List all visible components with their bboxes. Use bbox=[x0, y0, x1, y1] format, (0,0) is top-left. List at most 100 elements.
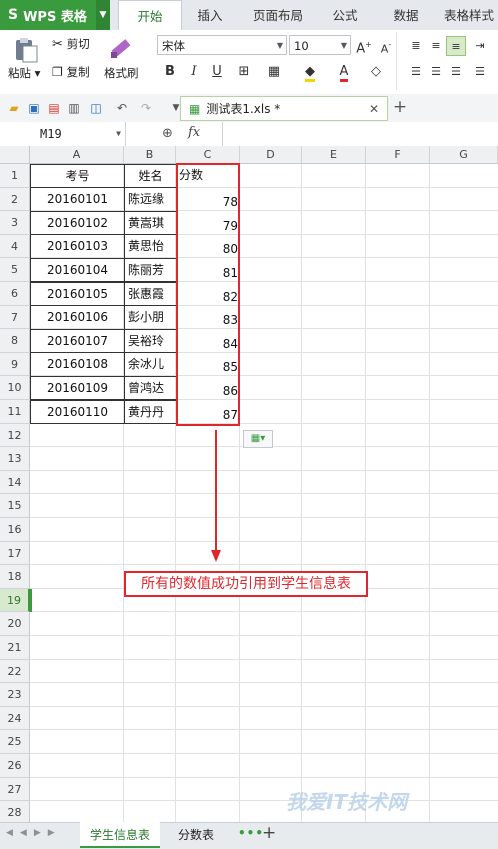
cut-button[interactable]: ✂ 剪切 bbox=[52, 36, 90, 52]
font-color-icon[interactable]: A bbox=[334, 62, 354, 82]
select-all-corner[interactable] bbox=[0, 146, 30, 164]
row-header-14[interactable]: 14 bbox=[0, 470, 30, 495]
row-header-17[interactable]: 17 bbox=[0, 541, 30, 566]
print-preview-icon[interactable]: ◫ bbox=[88, 100, 104, 116]
cell-exam-no[interactable]: 20160104 bbox=[30, 257, 125, 283]
clear-format-icon[interactable]: ◇ bbox=[366, 62, 386, 82]
fill-color-icon[interactable]: ◆ bbox=[300, 62, 320, 82]
tab-table-style[interactable]: 表格样式 bbox=[440, 0, 498, 30]
format-painter-icon[interactable] bbox=[108, 34, 134, 60]
save-icon[interactable]: ▣ bbox=[26, 100, 42, 116]
paste-options-icon[interactable]: ▦▾ bbox=[243, 430, 273, 448]
export-pdf-icon[interactable]: ▤ bbox=[46, 100, 62, 116]
header-cell-name[interactable]: 姓名 bbox=[124, 163, 177, 189]
zoom-search-icon[interactable]: ⊕ bbox=[162, 126, 173, 141]
paste-button[interactable]: 粘贴 ▾ bbox=[8, 65, 40, 81]
chevron-down-icon[interactable]: ▼ bbox=[96, 0, 110, 30]
column-header-e[interactable]: E bbox=[302, 146, 366, 164]
cell-name[interactable]: 余冰儿 bbox=[124, 352, 177, 377]
row-header-21[interactable]: 21 bbox=[0, 636, 30, 660]
cell-exam-no[interactable]: 20160103 bbox=[30, 234, 125, 259]
format-painter-label[interactable]: 格式刷 bbox=[104, 65, 139, 81]
copy-button[interactable]: ❐ 复制 bbox=[52, 64, 90, 80]
tab-page-layout[interactable]: 页面布局 bbox=[240, 0, 316, 30]
row-header-7[interactable]: 7 bbox=[0, 305, 30, 330]
paste-icon[interactable] bbox=[10, 36, 40, 64]
row-header-16[interactable]: 16 bbox=[0, 518, 30, 542]
cell-name[interactable]: 张惠霞 bbox=[124, 281, 177, 307]
sheet-tab-scores[interactable]: 分数表 bbox=[166, 822, 226, 848]
print-icon[interactable]: ▥ bbox=[66, 100, 82, 116]
italic-icon[interactable]: I bbox=[184, 62, 204, 82]
align-middle-icon[interactable]: ≡ bbox=[426, 36, 446, 56]
row-header-22[interactable]: 22 bbox=[0, 659, 30, 684]
bold-icon[interactable]: B bbox=[160, 62, 180, 82]
font-name-select[interactable]: 宋体 ▼ bbox=[157, 35, 287, 55]
column-header-d[interactable]: D bbox=[240, 146, 302, 164]
column-header-b[interactable]: B bbox=[124, 146, 176, 164]
row-header-24[interactable]: 24 bbox=[0, 706, 30, 731]
row-header-11[interactable]: 11 bbox=[0, 400, 30, 424]
tab-data[interactable]: 数据 bbox=[380, 0, 432, 30]
row-header-10[interactable]: 10 bbox=[0, 376, 30, 400]
justify-icon[interactable]: ☰ bbox=[470, 62, 490, 82]
underline-icon[interactable]: U bbox=[207, 62, 227, 82]
align-right-icon[interactable]: ☰ bbox=[446, 62, 466, 82]
row-header-13[interactable]: 13 bbox=[0, 447, 30, 471]
cell-exam-no[interactable]: 20160106 bbox=[30, 305, 125, 330]
wrap-text-icon[interactable]: ⇥ bbox=[470, 36, 490, 56]
row-header-1[interactable]: 1 bbox=[0, 164, 30, 188]
row-header-15[interactable]: 15 bbox=[0, 494, 30, 518]
row-header-26[interactable]: 26 bbox=[0, 754, 30, 778]
merge-cells-icon[interactable]: ▦ bbox=[264, 62, 284, 82]
align-top-icon[interactable]: ≣ bbox=[406, 36, 426, 56]
cell-name[interactable]: 曾鸿达 bbox=[124, 375, 177, 401]
new-tab-plus-icon[interactable]: + bbox=[392, 99, 408, 116]
open-folder-icon[interactable]: ▰ bbox=[6, 100, 22, 116]
row-header-18[interactable]: 18 bbox=[0, 565, 30, 589]
row-header-6[interactable]: 6 bbox=[0, 282, 30, 306]
cell-name[interactable]: 吴裕玲 bbox=[124, 328, 177, 354]
cell-name[interactable]: 黄思怡 bbox=[124, 234, 177, 259]
cell-name[interactable]: 陈远缘 bbox=[124, 187, 177, 212]
cell-name[interactable]: 陈丽芳 bbox=[124, 257, 177, 283]
spreadsheet-grid[interactable]: ABCDEFG 1 2 3 4 5 6 7 8 9 10 11 12 13 14 15 16 17 18 19 20 2… bbox=[0, 146, 498, 822]
cell-exam-no[interactable]: 20160107 bbox=[30, 328, 125, 354]
decrease-font-icon[interactable]: A- bbox=[376, 35, 396, 55]
cell-exam-no[interactable]: 20160102 bbox=[30, 210, 125, 236]
row-header-4[interactable]: 4 bbox=[0, 234, 30, 259]
row-header-27[interactable]: 27 bbox=[0, 777, 30, 802]
cell-name[interactable]: 彭小朋 bbox=[124, 305, 177, 330]
formula-input[interactable] bbox=[222, 122, 498, 146]
cell-exam-no[interactable]: 20160105 bbox=[30, 281, 125, 307]
more-sheets-icon[interactable]: ••• bbox=[238, 826, 264, 840]
row-header-3[interactable]: 3 bbox=[0, 211, 30, 235]
align-left-icon[interactable]: ☰ bbox=[406, 62, 426, 82]
undo-icon[interactable]: ↶ bbox=[114, 100, 130, 116]
row-header-25[interactable]: 25 bbox=[0, 730, 30, 754]
borders-icon[interactable]: ⊞ bbox=[234, 62, 254, 82]
cell-exam-no[interactable]: 20160108 bbox=[30, 352, 125, 377]
row-header-5[interactable]: 5 bbox=[0, 258, 30, 282]
cell-name[interactable]: 黄嵩琪 bbox=[124, 210, 177, 236]
app-menu-button[interactable]: S WPS 表格 ▼ bbox=[0, 0, 110, 30]
row-header-23[interactable]: 23 bbox=[0, 683, 30, 707]
add-sheet-icon[interactable]: + bbox=[262, 823, 276, 843]
tab-formulas[interactable]: 公式 bbox=[320, 0, 370, 30]
close-icon[interactable]: ✕ bbox=[369, 102, 379, 116]
row-header-8[interactable]: 8 bbox=[0, 329, 30, 353]
cell-exam-no[interactable]: 20160110 bbox=[30, 399, 125, 425]
font-size-select[interactable]: 10 ▼ bbox=[289, 35, 351, 55]
tab-home[interactable]: 开始 bbox=[118, 0, 182, 31]
header-cell-exam-no[interactable]: 考号 bbox=[30, 163, 125, 189]
function-icon[interactable]: fx bbox=[188, 125, 200, 140]
cell-name[interactable]: 黄丹丹 bbox=[124, 399, 177, 425]
row-header-2[interactable]: 2 bbox=[0, 187, 30, 212]
name-box[interactable]: M19 ▼ bbox=[0, 122, 126, 146]
tab-insert[interactable]: 插入 bbox=[184, 0, 236, 30]
document-tab[interactable]: ▦ 测试表1.xls * ✕ bbox=[180, 96, 388, 121]
row-header-28[interactable]: 28 bbox=[0, 801, 30, 822]
sheet-tab-student-info[interactable]: 学生信息表 bbox=[80, 822, 160, 848]
cell-exam-no[interactable]: 20160109 bbox=[30, 375, 125, 401]
row-header-12[interactable]: 12 bbox=[0, 423, 30, 448]
